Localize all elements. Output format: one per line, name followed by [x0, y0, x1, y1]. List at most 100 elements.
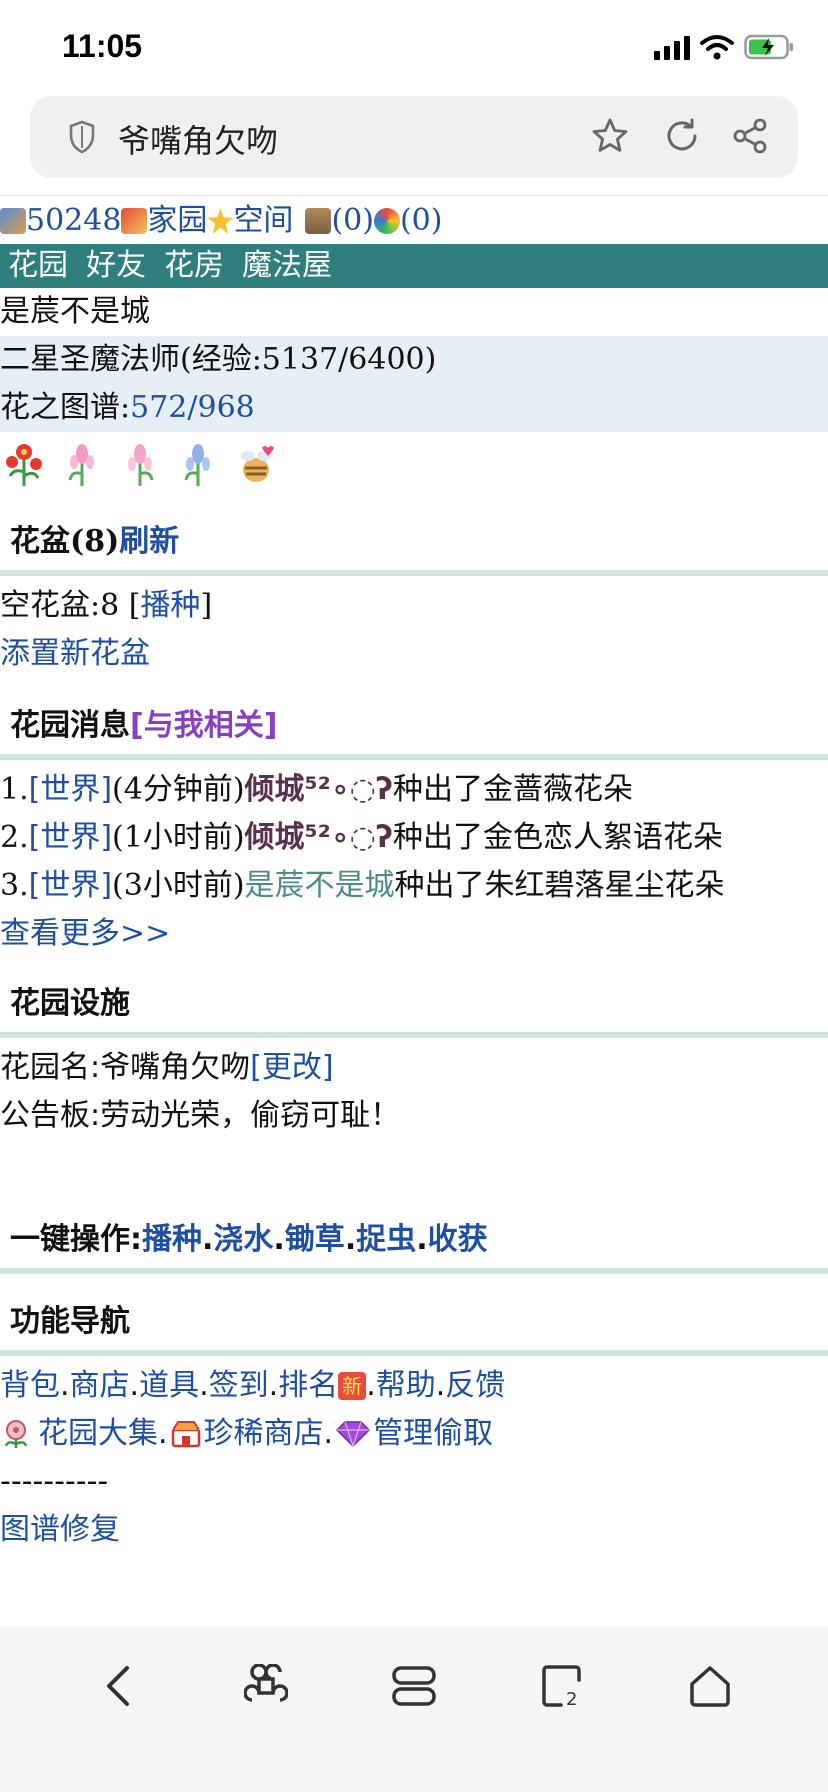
status-time: 11:05: [62, 28, 143, 64]
add-pot-link[interactable]: 添置新花盆: [0, 632, 150, 676]
flower-market-icon: [4, 1420, 28, 1448]
atlas-info: 花之图谱: 572/968: [0, 384, 828, 432]
atlas-value-link[interactable]: 572/968: [130, 386, 255, 430]
bee-icon: [241, 446, 274, 482]
tab-count-icon: 2: [542, 1665, 581, 1708]
world-tag-link[interactable]: [世界]: [29, 816, 112, 860]
empty-pots-close: ]: [200, 588, 213, 623]
world-tag-link[interactable]: [世界]: [29, 864, 112, 908]
user-link[interactable]: 倾城⁵²∘◌ʔ: [245, 816, 393, 860]
star-small-icon: [207, 208, 234, 234]
tab-count-button[interactable]: 2: [532, 1656, 592, 1716]
one-key-weed[interactable]: 锄草: [285, 1218, 345, 1262]
message-time: (4分钟前): [112, 772, 245, 807]
pink-flower-icon: [68, 444, 94, 486]
building-count[interactable]: (0): [331, 199, 374, 243]
message-num: 3.: [0, 868, 29, 903]
home-button[interactable]: [680, 1656, 740, 1716]
one-key-bugs[interactable]: 捉虫: [356, 1218, 416, 1262]
nav-magic-house[interactable]: 魔法屋: [242, 244, 332, 288]
status-icons: [654, 34, 794, 60]
message-item: 2. [世界] (1小时前) 倾城⁵²∘◌ʔ 种出了金色恋人絮语花朵: [0, 814, 828, 862]
pinwheel-count[interactable]: (0): [400, 199, 443, 243]
red-flower-icon: [6, 444, 42, 486]
garden-name-row: 花园名:爷嘴角欠吻 [更改]: [0, 1044, 828, 1092]
new-badge: 新: [338, 1372, 367, 1400]
section-divider: [0, 570, 828, 576]
message-item: 1. [世界] (4分钟前) 倾城⁵²∘◌ʔ 种出了金蔷薇花朵: [0, 766, 828, 814]
rank-info: 二星圣魔法师(经验:5137/6400): [0, 336, 828, 384]
function-row-1: 背包. 商店. 道具. 签到. 排名新. 帮助. 反馈: [0, 1362, 828, 1410]
messages-section-title: 花园消息 [与我相关]: [0, 692, 828, 754]
rare-shop-link[interactable]: 珍稀商店: [204, 1412, 324, 1456]
message-num: 2.: [0, 820, 29, 855]
flower-icons: [0, 432, 828, 496]
message-text: 种出了金色恋人絮语花朵: [392, 820, 723, 855]
menu-button[interactable]: [236, 1656, 296, 1716]
message-time: (1小时前): [112, 820, 245, 855]
gem-icon: [336, 1421, 371, 1448]
bag-link[interactable]: 背包: [0, 1364, 60, 1408]
coins-link[interactable]: 50248: [26, 199, 121, 243]
sow-link[interactable]: 播种: [140, 584, 200, 628]
one-key-harvest[interactable]: 收获: [428, 1218, 488, 1262]
nav-garden[interactable]: 花园: [8, 244, 68, 288]
nav-flower-house[interactable]: 花房: [164, 244, 224, 288]
back-button[interactable]: [88, 1656, 148, 1716]
space-link[interactable]: 空间: [233, 199, 293, 243]
coin-icon: [0, 208, 26, 234]
pinwheel-icon: [373, 208, 400, 234]
building-icon: [305, 208, 332, 234]
wifi-icon: [700, 35, 734, 60]
view-more-link[interactable]: 查看更多>>: [0, 912, 170, 956]
page-title[interactable]: 爷嘴角欠吻: [118, 116, 278, 162]
flower-market-link[interactable]: 花园大集: [38, 1412, 158, 1456]
address-bar-divider: [0, 195, 828, 196]
message-text: 种出了金蔷薇花朵: [392, 772, 633, 807]
empty-pots-label: 空花盆:8 [: [0, 588, 141, 623]
address-bar[interactable]: 爷嘴角欠吻: [30, 96, 798, 178]
house-icon: [121, 208, 148, 234]
items-link[interactable]: 道具: [139, 1364, 199, 1408]
back-icon: [107, 1666, 129, 1706]
message-item: 3. [世界] (3小时前) 是莀不是城 种出了朱红碧落星尘花朵: [0, 862, 828, 910]
reload-icon[interactable]: [662, 116, 702, 156]
one-key-water[interactable]: 浇水: [213, 1218, 273, 1262]
add-pot-row: 添置新花盆: [0, 630, 828, 678]
rare-shop-icon: [171, 1421, 200, 1448]
star-icon[interactable]: [590, 116, 630, 156]
edit-name-link[interactable]: [更改]: [250, 1046, 333, 1090]
tabs-overview-button[interactable]: [384, 1656, 444, 1716]
garden-name-label: 花园名:爷嘴角欠吻: [0, 1050, 251, 1085]
pink-flower-2-icon: [128, 444, 154, 486]
related-filter-link[interactable]: [与我相关]: [130, 704, 277, 748]
facilities-section-title: 花园设施: [10, 986, 130, 1021]
user-link[interactable]: 是莀不是城: [245, 864, 395, 908]
world-tag-link[interactable]: [世界]: [29, 768, 112, 812]
help-link[interactable]: 帮助: [376, 1364, 436, 1408]
username: 是莀不是城: [0, 294, 150, 329]
shop-link[interactable]: 商店: [70, 1364, 130, 1408]
home-link[interactable]: 家园: [147, 199, 207, 243]
nav-friends[interactable]: 好友: [86, 244, 146, 288]
atlas-repair-link[interactable]: 图谱修复: [0, 1508, 120, 1552]
checkin-link[interactable]: 签到: [209, 1364, 269, 1408]
ranking-link[interactable]: 排名: [278, 1364, 338, 1408]
one-key-sow[interactable]: 播种: [142, 1218, 202, 1262]
signal-icon: [654, 34, 690, 60]
home-icon: [690, 1666, 730, 1707]
bottom-toolbar: 2: [0, 1626, 828, 1792]
atlas-label: 花之图谱:: [0, 390, 131, 425]
command-icon: [244, 1664, 288, 1702]
shield-icon[interactable]: [68, 120, 96, 154]
messages-title: 花园消息: [10, 708, 130, 743]
feedback-link[interactable]: 反馈: [445, 1364, 505, 1408]
function-row-2: 花园大集. 珍稀商店. 管理偷取: [0, 1410, 828, 1458]
user-link[interactable]: 倾城⁵²∘◌ʔ: [245, 768, 393, 812]
top-status-line: 50248 家园 空间 (0) (0): [0, 198, 828, 244]
share-icon[interactable]: [730, 116, 770, 156]
pots-section-title: 花盆(8) 刷新: [0, 508, 828, 570]
manage-steal-link[interactable]: 管理偷取: [373, 1412, 493, 1456]
refresh-link[interactable]: 刷新: [119, 520, 179, 564]
status-bar: 11:05: [0, 0, 828, 96]
